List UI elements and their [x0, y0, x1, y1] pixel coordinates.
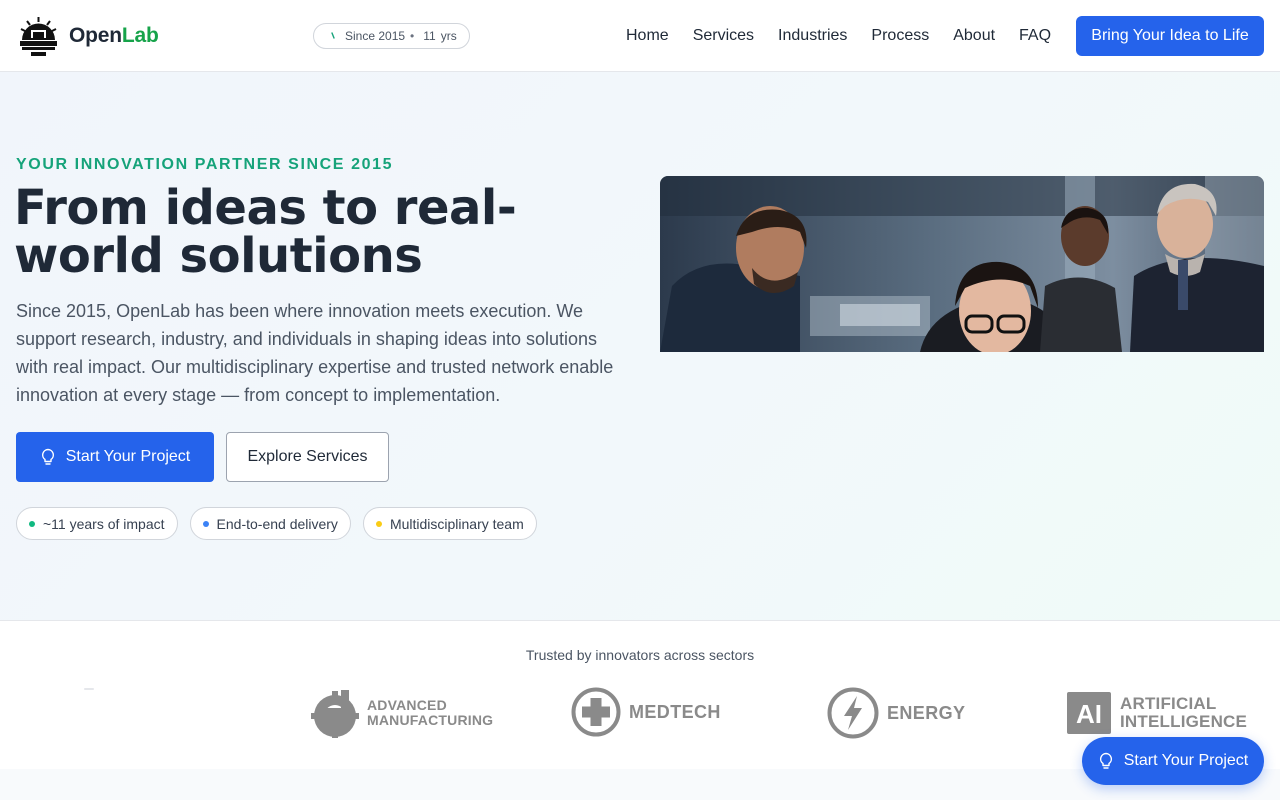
chip-label: Multidisciplinary team [389, 515, 524, 532]
hero-chips: ~11 years of impact End-to-end delivery … [16, 507, 537, 540]
sector-label: ADVANCED MANUFACTURING [367, 697, 494, 728]
hero-eyebrow: YOUR INNOVATION PARTNER SINCE 2015 [16, 156, 394, 173]
logo[interactable]: OpenLab [16, 12, 159, 60]
main-nav: Home Services Industries Process About F… [626, 22, 1051, 50]
chip-label: End-to-end delivery [216, 515, 338, 532]
factory-icon [311, 690, 359, 738]
chip-delivery: End-to-end delivery [189, 507, 351, 540]
logo-text: OpenLab [69, 24, 159, 47]
lightbulb-icon [1099, 752, 1112, 769]
sector-advanced-manufacturing: ADVANCED MANUFACTURING [311, 688, 493, 738]
bring-idea-button[interactable]: Bring Your Idea to Life [1076, 16, 1264, 56]
team-photo [660, 176, 1264, 352]
hero-lead: Since 2015, OpenLab has been where innov… [16, 301, 614, 405]
sector-label: ENERGY [887, 702, 966, 723]
start-project-button[interactable]: Start Your Project [16, 432, 214, 482]
medical-cross-icon [571, 687, 621, 737]
lightning-icon [827, 687, 879, 739]
ai-icon: AI [1067, 692, 1111, 734]
carousel-fade [84, 688, 94, 690]
sector-label: MEDTECH [629, 701, 721, 722]
hero-section: YOUR INNOVATION PARTNER SINCE 2015 From … [0, 72, 1280, 621]
floating-cta-label: Start Your Project [1123, 752, 1249, 769]
since-badge: Since 2015 • 11 yrs [313, 23, 470, 49]
nav-home[interactable]: Home [626, 27, 669, 45]
chip-dot-icon [202, 520, 209, 527]
sector-label: ARTIFICIAL INTELLIGENCE [1120, 694, 1248, 731]
trusted-title: Trusted by innovators across sectors [525, 647, 755, 663]
chip-team: Multidisciplinary team [362, 507, 537, 540]
floating-start-project-button[interactable]: Start Your Project [1082, 737, 1264, 785]
chip-dot-icon [29, 520, 35, 527]
years-unit: yrs [440, 29, 457, 43]
site-header: OpenLab Since 2015 • 11 yrs Home Service… [0, 0, 1280, 72]
lightbulb-icon [41, 448, 54, 465]
chip-label: ~11 years of impact [43, 515, 165, 532]
nav-faq[interactable]: FAQ [1019, 27, 1051, 45]
nav-process[interactable]: Process [871, 27, 929, 45]
nav-industries[interactable]: Industries [778, 27, 847, 45]
start-project-label: Start Your Project [65, 448, 191, 465]
spark-icon [331, 32, 335, 39]
sector-medtech: MEDTECH [571, 687, 721, 737]
explore-services-button[interactable]: Explore Services [226, 432, 389, 482]
since-label: Since 2015 [345, 29, 406, 43]
hero-image [660, 176, 1264, 352]
chip-years: ~11 years of impact [16, 507, 178, 540]
years-value: 11 [423, 29, 436, 43]
nav-services[interactable]: Services [693, 27, 754, 45]
chip-dot-icon [375, 520, 382, 527]
sector-artificial-intelligence: AI ARTIFICIAL INTELLIGENCE [1066, 691, 1247, 735]
nav-about[interactable]: About [953, 27, 995, 45]
since-separator: • [410, 29, 415, 43]
hero-headline: From ideas to real-world solutions [14, 180, 517, 284]
svg-text:AI: AI [1076, 699, 1102, 729]
logo-mark-icon [17, 14, 60, 58]
sector-energy: ENERGY [827, 687, 965, 739]
